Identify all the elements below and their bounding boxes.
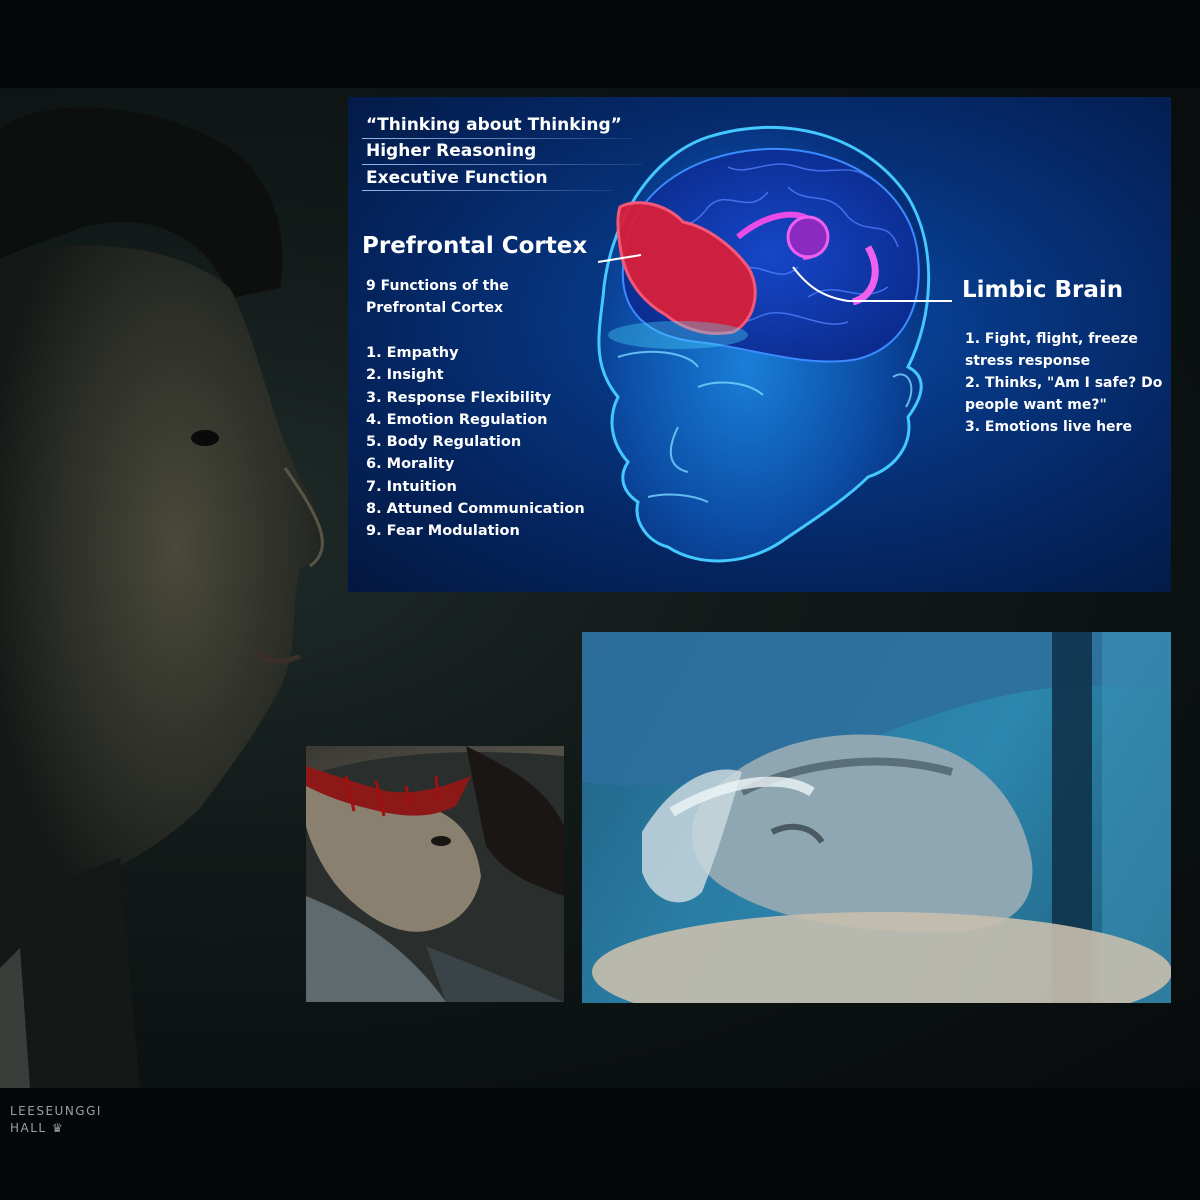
watermark: LEESEUNGGI HALL ♛ xyxy=(10,1103,102,1137)
prefrontal-functions-list: 1. Empathy 2. Insight 3. Response Flexib… xyxy=(366,342,585,543)
limbic-points-list: 1. Fight, flight, freeze stress response… xyxy=(965,328,1171,438)
limbic-brain-title: Limbic Brain xyxy=(962,277,1124,303)
top-line-executive: Executive Function xyxy=(366,168,548,188)
list-item: 2. Insight xyxy=(366,367,444,384)
list-item: 7. Intuition xyxy=(366,478,457,495)
divider-line xyxy=(362,164,642,165)
list-item: 5. Body Regulation xyxy=(366,434,522,451)
list-item: 4. Emotion Regulation xyxy=(366,411,548,428)
list-item: 8. Attuned Communication xyxy=(366,501,585,518)
prefrontal-cortex-title: Prefrontal Cortex xyxy=(362,233,588,259)
injured-face-illustration xyxy=(306,746,564,1002)
list-item: 9. Fear Modulation xyxy=(366,523,520,540)
divider-line xyxy=(362,190,612,191)
list-item: 6. Morality xyxy=(366,456,455,473)
list-item: 1. Fight, flight, freeze stress response xyxy=(965,331,1138,369)
watermark-line-2: HALL ♛ xyxy=(10,1121,65,1135)
hospital-bed-photo xyxy=(582,632,1171,1003)
top-line-thinking: “Thinking about Thinking” xyxy=(366,115,622,135)
divider-line xyxy=(362,138,632,139)
bottom-letterbox-bar xyxy=(0,1088,1200,1200)
list-item: 3. Emotions live here xyxy=(965,419,1132,435)
top-line-reasoning: Higher Reasoning xyxy=(366,141,537,161)
prefrontal-cortex-subtitle: 9 Functions of the Prefrontal Cortex xyxy=(366,278,509,316)
patient-on-oxygen-illustration xyxy=(582,632,1171,1003)
top-letterbox-bar xyxy=(0,0,1200,88)
list-item: 3. Response Flexibility xyxy=(366,389,552,406)
brain-infographic: “Thinking about Thinking” Higher Reasoni… xyxy=(348,97,1171,592)
list-item: 1. Empathy xyxy=(366,345,459,361)
list-item: 2. Thinks, "Am I safe? Do people want me… xyxy=(965,375,1163,413)
injured-person-photo xyxy=(306,746,564,1002)
watermark-line-1: LEESEUNGGI xyxy=(10,1104,102,1118)
